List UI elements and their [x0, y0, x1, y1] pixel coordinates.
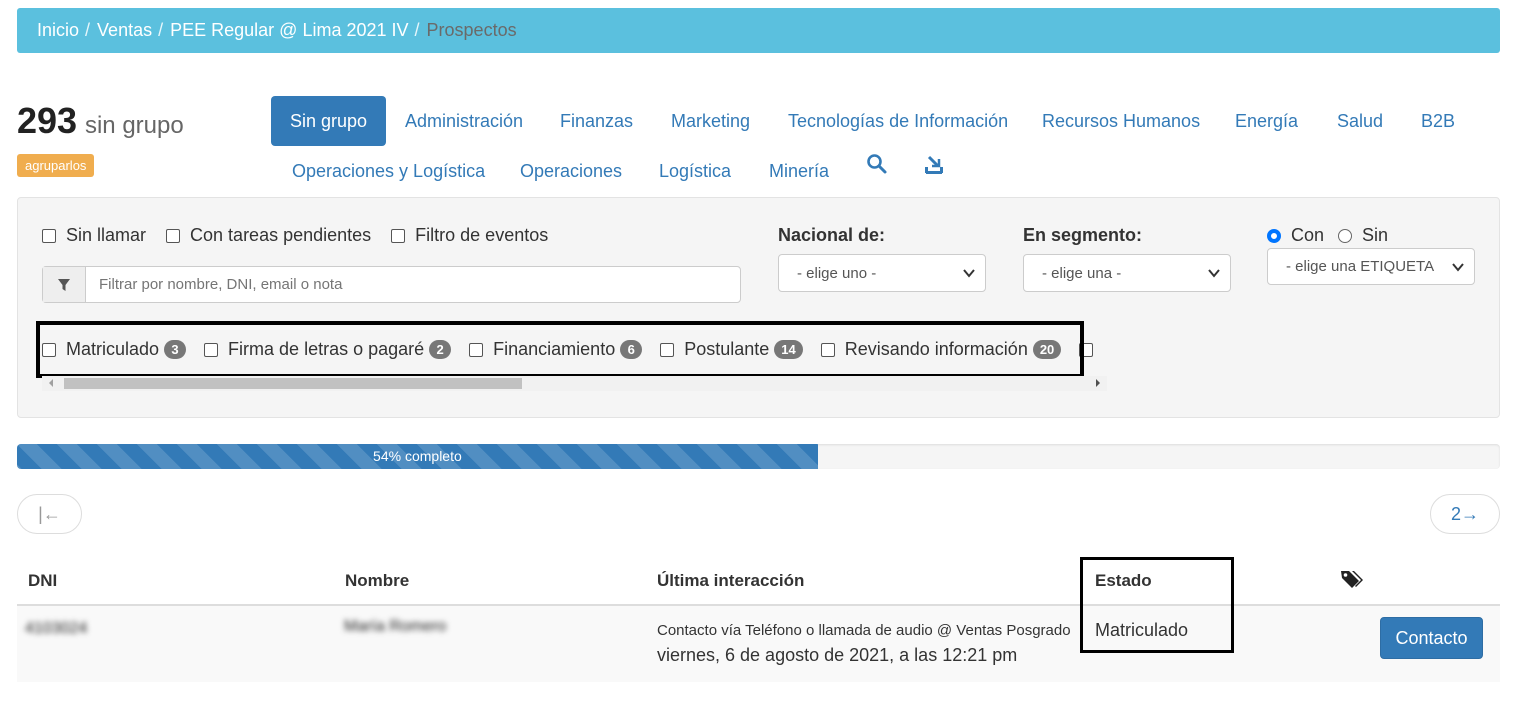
breadcrumb-separator: / [158, 20, 164, 40]
cell-nombre: María Romero [344, 618, 447, 635]
breadcrumb-separator: / [85, 20, 91, 40]
chevron-down-icon [1452, 263, 1464, 272]
nacional-select[interactable]: - elige uno - [778, 254, 986, 292]
nacional-label: Nacional de: [778, 225, 886, 245]
segmento-label: En segmento: [1023, 225, 1143, 245]
breadcrumb-separator: / [414, 20, 420, 40]
filter-panel: Sin llamar Con tareas pendientes Filtro … [17, 197, 1500, 418]
group-summary: 293 sin grupo [17, 100, 184, 142]
segmento-select[interactable]: - elige una - [1023, 254, 1231, 292]
tab-administracion[interactable]: Administración [386, 96, 542, 146]
header-nombre: Nombre [345, 571, 410, 590]
quick-filters: Sin llamar Con tareas pendientes Filtro … [42, 225, 568, 246]
group-them-button[interactable]: agruparlos [17, 154, 95, 177]
scroll-left-arrow-icon[interactable] [49, 379, 53, 387]
tab-b2b[interactable]: B2B [1402, 96, 1474, 146]
ungrouped-label: sin grupo [84, 112, 184, 139]
chevron-down-icon [963, 269, 975, 278]
header-ultima-interaccion: Última interacción [657, 571, 805, 590]
search-group [42, 266, 741, 303]
pager-next-button[interactable]: 2→ [1430, 494, 1500, 534]
tag-mode-radios: Con Sin [1267, 225, 1388, 246]
chevron-down-icon [1208, 269, 1220, 278]
tab-mineria[interactable]: Minería [750, 146, 848, 196]
breadcrumb: Inicio / Ventas / PEE Regular @ Lima 202… [17, 8, 1500, 53]
highlight-box [36, 321, 1084, 378]
tab-recursos-humanos[interactable]: Recursos Humanos [1023, 96, 1219, 146]
filter-eventos[interactable]: Filtro de eventos [391, 225, 548, 246]
checkbox[interactable] [166, 228, 181, 243]
header-dni: DNI [28, 571, 58, 590]
table-row: 4103024 María Romero Contacto vía Teléfo… [17, 606, 1500, 682]
radio-con[interactable] [1267, 228, 1281, 243]
search-input[interactable] [86, 267, 740, 302]
horizontal-scrollbar[interactable] [42, 376, 1107, 391]
breadcrumb-ventas[interactable]: Ventas [97, 20, 152, 41]
cell-interaction-date: viernes, 6 de agosto de 2021, a las 12:2… [657, 645, 1018, 665]
tab-logistica[interactable]: Logística [640, 146, 750, 196]
tab-salud[interactable]: Salud [1318, 96, 1402, 146]
cell-dni: 4103024 [25, 620, 88, 637]
filter-sin-llamar[interactable]: Sin llamar [42, 225, 146, 246]
checkbox[interactable] [391, 228, 406, 243]
tab-energia[interactable]: Energía [1216, 96, 1317, 146]
radio-sin[interactable] [1338, 228, 1353, 243]
progress-bar: 54% completo [17, 444, 818, 469]
tab-operaciones[interactable]: Operaciones [501, 146, 641, 196]
filter-icon [43, 267, 86, 302]
etiqueta-select[interactable]: - elige una ETIQUETA - [1267, 248, 1475, 285]
highlight-box [1080, 557, 1234, 653]
ungrouped-count: 293 [17, 100, 78, 141]
contact-button[interactable]: Contacto [1380, 617, 1483, 659]
scroll-thumb[interactable] [64, 378, 522, 389]
export-icon[interactable] [923, 152, 945, 176]
progress: 54% completo [17, 444, 1500, 469]
tags-icon [1340, 569, 1364, 596]
tab-marketing[interactable]: Marketing [652, 96, 769, 146]
pager-first-button[interactable]: |← [17, 494, 82, 534]
tab-sin-grupo[interactable]: Sin grupo [271, 96, 387, 146]
breadcrumb-inicio[interactable]: Inicio [37, 20, 79, 41]
tab-finanzas[interactable]: Finanzas [541, 96, 652, 146]
tab-tecnologias[interactable]: Tecnologías de Información [769, 96, 1027, 146]
table-header: DNI Nombre Última interacción Estado [17, 557, 1500, 606]
scroll-right-arrow-icon[interactable] [1096, 379, 1100, 387]
cell-interaction-channel: Contacto vía Teléfono o llamada de audio… [657, 622, 1071, 639]
checkbox[interactable] [42, 228, 56, 243]
filter-tareas-pendientes[interactable]: Con tareas pendientes [166, 225, 371, 246]
breadcrumb-current: Prospectos [426, 20, 517, 40]
search-icon[interactable] [866, 152, 888, 176]
tab-operaciones-logistica[interactable]: Operaciones y Logística [273, 146, 504, 196]
breadcrumb-program[interactable]: PEE Regular @ Lima 2021 IV [170, 20, 408, 41]
